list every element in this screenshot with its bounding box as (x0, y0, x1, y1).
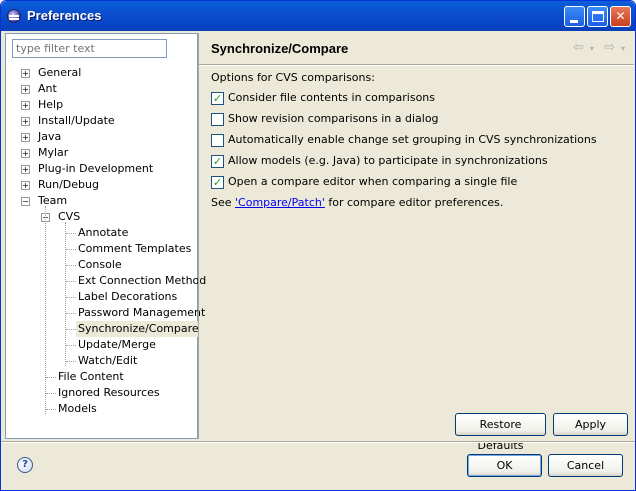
option-row[interactable]: Automatically enable change set grouping… (211, 133, 597, 149)
apply-button[interactable]: Apply (553, 413, 628, 436)
checkbox-checked[interactable]: ✓ (211, 91, 224, 105)
see-prefix: See (211, 196, 236, 209)
cancel-button[interactable]: Cancel (548, 454, 623, 477)
tree-item-label: Label Decorations (78, 290, 178, 303)
expand-icon[interactable]: + (21, 117, 30, 126)
tree-item-label: General (38, 66, 82, 79)
maximize-icon (592, 11, 604, 22)
option-row[interactable]: Show revision comparisons in a dialog (211, 112, 439, 128)
eclipse-icon (7, 9, 21, 23)
tree-connector (66, 265, 76, 266)
preference-page: Synchronize/Compare ⇦ ▾ ⇨ ▾ Options for CV… (198, 33, 634, 452)
tree-item-label: Team (38, 194, 68, 207)
help-icon[interactable]: ? (17, 457, 33, 473)
tree-item-label: Annotate (78, 226, 129, 239)
option-row[interactable]: ✓ Consider file contents in comparisons (211, 91, 435, 107)
tree-connector (66, 345, 76, 346)
expand-icon[interactable]: + (21, 165, 30, 174)
option-row[interactable]: ✓ Allow models (e.g. Java) to participate… (211, 154, 548, 170)
tree-item-label: Ignored Resources (58, 386, 160, 399)
collapse-icon[interactable]: − (21, 197, 30, 206)
tree-connector (66, 361, 76, 362)
back-arrow-icon[interactable]: ⇦ (573, 40, 584, 55)
tree-item-label: Update/Merge (78, 338, 156, 351)
checkbox-checked[interactable]: ✓ (211, 175, 224, 189)
tree-item-label: Synchronize/Compare (76, 321, 201, 337)
tree-item-label: Mylar (38, 146, 69, 159)
tree-item-label: Comment Templates (78, 242, 192, 255)
option-label: Allow models (e.g. Java) to participate … (228, 154, 548, 167)
page-title: Synchronize/Compare (211, 41, 349, 56)
expand-icon[interactable]: + (21, 133, 30, 142)
ok-button[interactable]: OK (467, 454, 542, 477)
tree-item-label: Run/Debug (38, 178, 99, 191)
checkbox-unchecked[interactable] (211, 112, 224, 126)
compare-patch-link[interactable]: 'Compare/Patch' (235, 196, 325, 209)
option-label: Consider file contents in comparisons (228, 91, 436, 104)
tree-item-label: Models (58, 402, 97, 415)
tree-item-label: Password Management (78, 306, 206, 319)
close-button[interactable]: ✕ (610, 6, 631, 27)
see-compare-patch-text: See 'Compare/Patch' for compare editor p… (211, 196, 503, 209)
option-label: Show revision comparisons in a dialog (228, 112, 439, 125)
forward-arrow-icon[interactable]: ⇨ (604, 40, 615, 55)
tree-item-label: File Content (58, 370, 124, 383)
close-icon: ✕ (615, 9, 626, 23)
tree-item-label: Ant (38, 82, 57, 95)
tree-item-label: Java (38, 130, 62, 143)
tree-item-label: Plug-in Development (38, 162, 154, 175)
checkbox-unchecked[interactable] (211, 133, 224, 147)
options-label: Options for CVS comparisons: (211, 71, 375, 84)
tree-item-label: Help (38, 98, 64, 111)
title-bar[interactable]: Preferences ✕ (1, 1, 635, 31)
expand-icon[interactable]: + (21, 101, 30, 110)
minimize-button[interactable] (564, 6, 585, 27)
tree-item-label: CVS (58, 210, 81, 223)
see-suffix: for compare editor preferences. (324, 196, 504, 209)
tree-connector (66, 313, 76, 314)
tree-item-label: Ext Connection Method (78, 274, 207, 287)
tree-connector (66, 297, 76, 298)
expand-icon[interactable]: + (21, 85, 30, 94)
window-title: Preferences (27, 8, 102, 23)
tree-connector (66, 329, 76, 330)
expand-icon[interactable]: + (21, 69, 30, 78)
checkbox-checked[interactable]: ✓ (211, 154, 224, 168)
tree-connector (46, 393, 56, 394)
restore-defaults-button[interactable]: Restore Defaults (455, 413, 546, 452)
tree-connector (66, 249, 76, 250)
title-separator (199, 64, 634, 66)
maximize-button[interactable] (587, 6, 608, 27)
tree-item-label: Install/Update (38, 114, 115, 127)
tree-connector (66, 281, 76, 282)
option-label: Open a compare editor when comparing a s… (228, 175, 518, 188)
page-navigation: ⇦ ▾ ⇨ ▾ (573, 40, 625, 55)
expand-icon[interactable]: + (21, 149, 30, 158)
tree-connector (46, 377, 56, 378)
filter-input[interactable] (12, 39, 167, 58)
expand-icon[interactable]: + (21, 181, 30, 190)
option-row[interactable]: ✓ Open a compare editor when comparing a … (211, 175, 517, 191)
tree-item-label: Watch/Edit (78, 354, 138, 367)
tree-connector (45, 206, 46, 414)
preferences-window: Preferences ✕ + General + Ant + Help + Install/… (0, 0, 636, 491)
tree-connector (66, 233, 76, 234)
minimize-icon (570, 20, 578, 23)
bottom-separator (1, 441, 635, 443)
option-label: Automatically enable change set grouping… (228, 133, 597, 146)
preference-tree-panel: + General + Ant + Help + Install/Update + Java + My… (5, 33, 206, 439)
tree-connector (46, 409, 56, 410)
tree-item-label: Console (78, 258, 122, 271)
